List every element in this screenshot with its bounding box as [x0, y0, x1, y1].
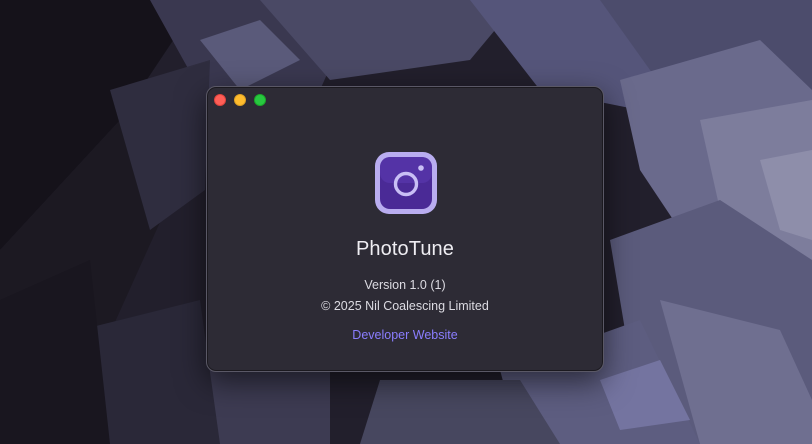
window-controls	[214, 94, 266, 106]
version-label: Version 1.0 (1)	[364, 278, 446, 292]
copyright-label: © 2025 Nil Coalescing Limited	[321, 299, 489, 313]
about-window: PhotoTune Version 1.0 (1) © 2025 Nil Coa…	[206, 86, 604, 372]
close-window-button[interactable]	[214, 94, 226, 106]
zoom-window-button[interactable]	[254, 94, 266, 106]
developer-website-link[interactable]: Developer Website	[207, 328, 603, 342]
minimize-window-button[interactable]	[234, 94, 246, 106]
camera-app-icon	[375, 152, 437, 214]
desktop: PhotoTune Version 1.0 (1) © 2025 Nil Coa…	[0, 0, 812, 444]
app-name: PhotoTune	[355, 238, 454, 260]
